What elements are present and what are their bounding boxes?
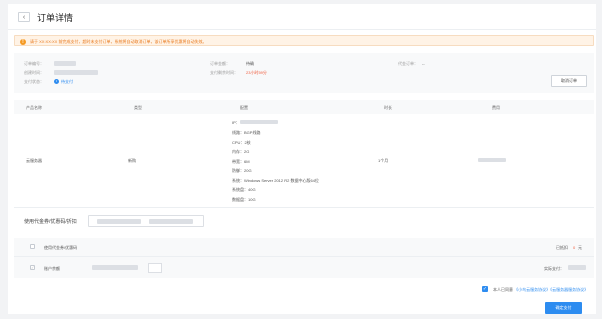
cancel-order-button[interactable]: 取消订单 [551, 75, 587, 87]
column-header-cost: 费用 [492, 105, 500, 110]
balance-label: 账户余额 [44, 265, 60, 271]
balance-value [92, 265, 138, 270]
pay-status-value: 待支付 [61, 79, 73, 84]
clock-icon: • [54, 78, 59, 84]
spec-data-disk: 数据盘：10G [232, 196, 256, 202]
voucher-label: 代金订单： [398, 61, 418, 66]
coupon-input-value [97, 219, 141, 224]
agreement-label: 本人已同意 [493, 286, 513, 292]
product-name-cell: 云服务器 [26, 158, 42, 163]
coupon-label: 使用代金券/优惠码/折扣 [24, 219, 77, 225]
notice-text: 请于 XX:XX:XX 前完成支付，超时未支付订单，系统将自动取消订单，该订单所… [30, 38, 207, 44]
page: ‹ 订单详情 ! 请于 XX:XX:XX 前完成支付，超时未支付订单，系统将自动… [0, 0, 602, 319]
back-button[interactable]: ‹ [18, 12, 30, 22]
type-cell: 新购 [128, 158, 136, 163]
pay-countdown-label: 支付剩余时间： [210, 70, 238, 75]
warning-icon: ! [20, 38, 26, 45]
balance-checkbox[interactable]: ✓ [30, 265, 35, 270]
discount-label: 已抵扣 [556, 244, 568, 250]
order-number-value [54, 60, 76, 66]
agreement-checkbox[interactable]: ✓ [482, 286, 488, 292]
create-time-label: 创建时间： [24, 70, 44, 75]
column-header-config: 配置 [240, 105, 248, 110]
discount-value: 0 [573, 244, 576, 250]
discount-unit: 元 [578, 244, 582, 250]
actual-pay-value [568, 265, 586, 270]
spec-ip: IP： [232, 120, 240, 125]
payment-panel: 使用代金券/优惠码 已抵扣 0 元 ✓ 账户余额 实际支付： [14, 238, 594, 278]
spec-system-disk: 系统盘：40G [232, 187, 256, 192]
order-number-label: 订单编号： [24, 61, 44, 66]
table-header: 产品名称 类型 配置 时长 费用 [14, 100, 594, 114]
spec-cpu: CPU：2核 [232, 139, 251, 145]
order-amount-label: 订单金额： [210, 61, 230, 66]
coupon-input[interactable] [88, 215, 204, 227]
spec-bandwidth: 带宽：6M [232, 158, 250, 164]
create-time-value [54, 69, 98, 75]
column-header-type: 类型 [134, 105, 142, 110]
voucher-value: -- [422, 61, 425, 66]
agreement-text: 本人已同意 《小鸟云服务协议》《云服务器服务协议》 [493, 287, 588, 293]
spec-ip-value [240, 120, 278, 124]
spec-defense: 防御：20G [232, 168, 252, 173]
pay-status-label: 支付状态： [24, 79, 44, 84]
chevron-left-icon: ‹ [22, 13, 26, 21]
payment-notice: ! 请于 XX:XX:XX 前完成支付，超时未支付订单，系统将自动取消订单，该订… [14, 35, 594, 46]
spec-line: 线路：BGP线路 [232, 130, 261, 135]
agreement-link[interactable]: 《小鸟云服务协议》《云服务器服务协议》 [514, 287, 588, 292]
order-info-panel: 订单编号： 创建时间： 支付状态： • 待支付 订单金额： 待确 支付剩余时间：… [14, 53, 594, 93]
column-header-product: 产品名称 [26, 105, 42, 110]
use-voucher-label: 使用代金券/优惠码 [44, 244, 78, 250]
spec-os: 系统：Windows Server 2012 R2 数据中心版64位 [232, 177, 319, 183]
actual-pay-label: 实际支付： [544, 265, 564, 271]
order-detail-card: ‹ 订单详情 ! 请于 XX:XX:XX 前完成支付，超时未支付订单，系统将自动… [8, 4, 596, 314]
page-title: 订单详情 [37, 13, 74, 23]
column-header-duration: 时长 [384, 105, 392, 110]
duration-cell: 1个月 [378, 158, 389, 163]
order-amount-value: 待确 [246, 61, 254, 66]
coupon-input-value-2 [149, 219, 193, 224]
pay-countdown-value: 23小时59分 [246, 70, 267, 75]
confirm-pay-button[interactable]: 确定支付 [545, 302, 582, 314]
cost-cell [478, 158, 506, 162]
payment-divider [14, 256, 594, 257]
divider [14, 207, 594, 208]
spec-memory: 内存：2G [232, 149, 250, 154]
balance-input[interactable] [148, 262, 162, 273]
page-header: ‹ 订单详情 [8, 4, 596, 30]
use-voucher-checkbox[interactable] [30, 244, 35, 249]
